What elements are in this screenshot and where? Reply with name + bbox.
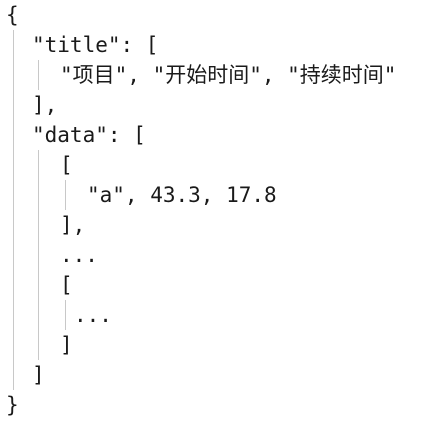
code-line-data-key: "data": [: [32, 123, 146, 147]
code-line-title-close: ],: [32, 93, 58, 117]
code-line-ellipsis: ...: [60, 243, 98, 267]
code-line-row-values: "a", 43.3, 17.8: [87, 183, 277, 207]
code-line-row-close: ],: [60, 213, 86, 237]
code-line-title-key: "title": [: [32, 33, 159, 57]
code-line-row2-close: ]: [60, 333, 73, 357]
code-line-open-brace: {: [6, 3, 19, 27]
code-line-title-values: "项目", "开始时间", "持续时间": [60, 63, 397, 87]
code-line-row2-open: [: [60, 273, 73, 297]
indent-guide-level-3-row2: [65, 300, 66, 330]
code-line-close-brace: }: [6, 393, 19, 417]
json-code-view: { "title": [ "项目", "开始时间", "持续时间" ], "da…: [0, 0, 441, 437]
code-line-row-open: [: [60, 153, 73, 177]
indent-guide-level-1: [13, 30, 14, 390]
code-line-data-close: ]: [32, 363, 45, 387]
code-line-row2-ellipsis: ...: [74, 303, 112, 327]
indent-guide-level-2-data: [38, 150, 39, 360]
indent-guide-level-2-title: [38, 60, 39, 90]
indent-guide-level-3-row: [65, 180, 66, 210]
